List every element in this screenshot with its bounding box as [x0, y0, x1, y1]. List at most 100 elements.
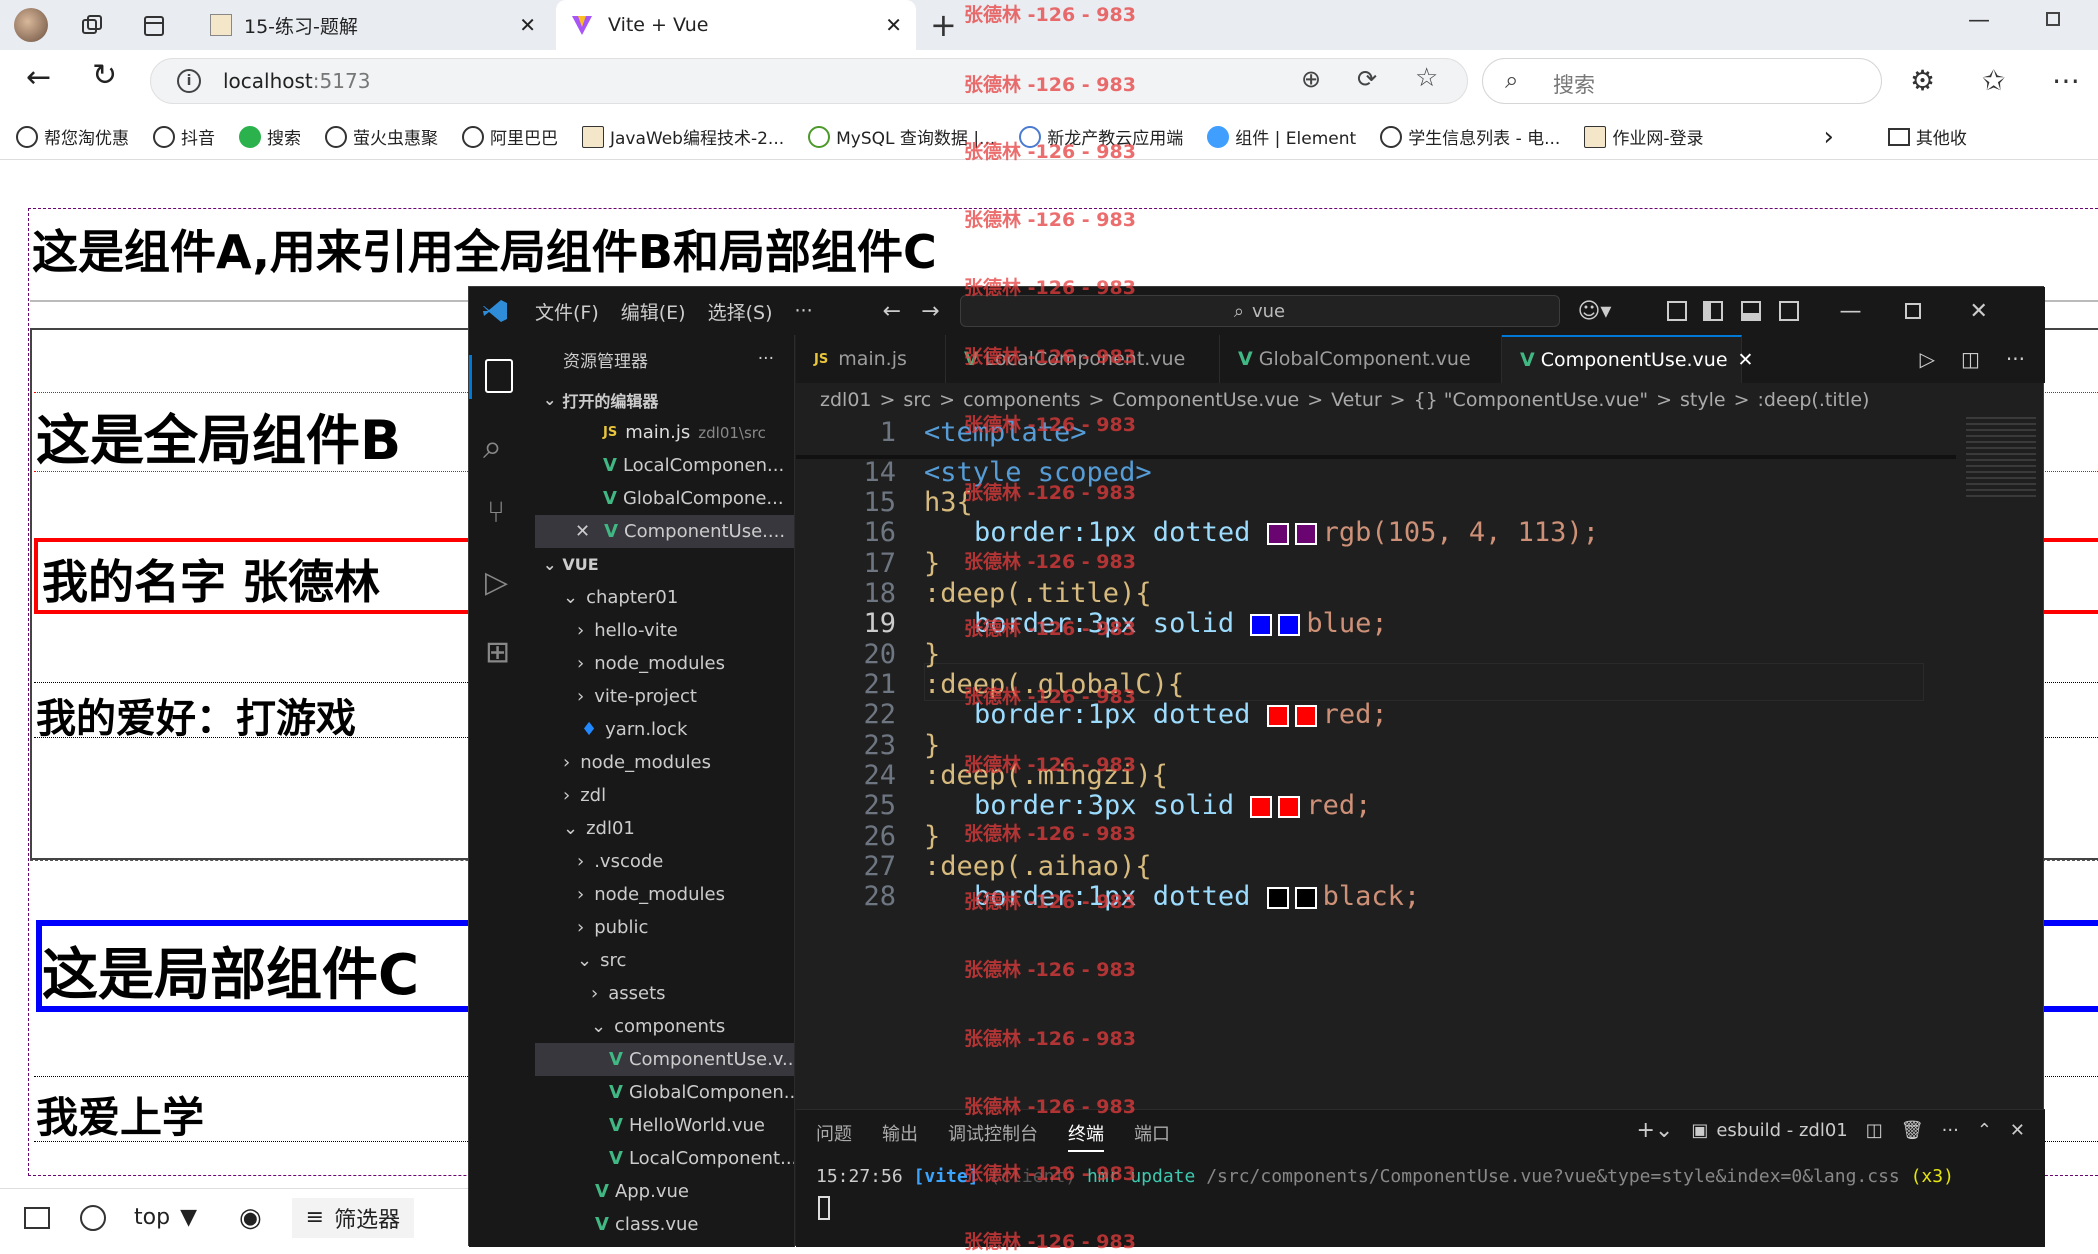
close-button[interactable]: ✕: [1969, 299, 1987, 324]
tree-item[interactable]: › public: [535, 911, 794, 944]
menu-file[interactable]: 文件(F): [535, 298, 599, 325]
workspaces-icon[interactable]: [78, 12, 106, 40]
profile-avatar[interactable]: [14, 8, 48, 42]
editor-tab[interactable]: V GlobalComponent.vue: [1220, 335, 1502, 383]
tree-item[interactable]: Vclass.vue: [535, 1208, 794, 1241]
breadcrumb-item[interactable]: {} "ComponentUse.vue": [1414, 389, 1649, 411]
minimize-button[interactable]: —: [1968, 8, 1990, 33]
tree-item[interactable]: › vite-project: [535, 680, 794, 713]
breadcrumb-item[interactable]: style: [1680, 389, 1726, 411]
color-swatch-icon[interactable]: [1250, 795, 1273, 818]
tree-item[interactable]: › .vscode: [535, 845, 794, 878]
color-swatch-icon[interactable]: [1294, 886, 1317, 909]
open-editor-item[interactable]: V LocalComponen...: [535, 449, 794, 482]
terminal-name[interactable]: esbuild - zdl01: [1716, 1120, 1847, 1141]
close-icon[interactable]: ✕: [519, 13, 536, 37]
editor-tab[interactable]: JS main.js: [796, 335, 946, 383]
open-editors-header[interactable]: ⌄ 打开的编辑器: [535, 383, 794, 416]
bookmark-item[interactable]: 帮您淘优惠: [16, 124, 129, 149]
panel-tab-output[interactable]: 输出: [882, 1120, 918, 1152]
workspace-root[interactable]: ⌄ VUE: [535, 548, 794, 581]
tree-item[interactable]: ♦ yarn.lock: [535, 713, 794, 746]
color-swatch-icon[interactable]: [1266, 886, 1289, 909]
tree-item[interactable]: › zdl: [535, 779, 794, 812]
new-terminal-icon[interactable]: +⌄: [1636, 1118, 1673, 1143]
tree-item[interactable]: V ComponentUse.v...: [535, 1043, 794, 1076]
tree-item[interactable]: V App.vue: [535, 1175, 794, 1208]
toggle-sidebar-icon[interactable]: [1703, 301, 1724, 321]
split-editor-icon[interactable]: ◫: [1961, 347, 1980, 371]
breadcrumb-item[interactable]: Vetur: [1331, 389, 1382, 411]
color-swatch-icon[interactable]: [1278, 613, 1301, 636]
color-swatch-icon[interactable]: [1294, 704, 1317, 727]
close-panel-icon[interactable]: ✕: [2010, 1120, 2025, 1141]
other-bookmarks[interactable]: 其他收: [1887, 124, 1967, 149]
menu-selection[interactable]: 选择(S): [708, 298, 773, 325]
tree-item[interactable]: V HelloWorld.vue: [535, 1109, 794, 1142]
color-swatch-icon[interactable]: [1266, 522, 1289, 545]
bookmark-item[interactable]: 组件 | Element: [1207, 124, 1356, 149]
layout-icon[interactable]: [1667, 301, 1688, 321]
tree-item[interactable]: ⌄ components: [535, 1010, 794, 1043]
color-swatch-icon[interactable]: [1278, 795, 1301, 818]
run-icon[interactable]: ▷: [1920, 347, 1935, 371]
breadcrumb-item[interactable]: components: [963, 389, 1080, 411]
clear-console-icon[interactable]: [80, 1204, 106, 1231]
filter-box[interactable]: ≡ 筛选器: [291, 1197, 415, 1238]
panel-tab-terminal[interactable]: 终端: [1068, 1120, 1104, 1152]
tree-item[interactable]: ⌄ chapter01: [535, 581, 794, 614]
menu-edit[interactable]: 编辑(E): [621, 298, 686, 325]
maximize-panel-icon[interactable]: ⌃: [1977, 1120, 1992, 1141]
panel-tab-debug-console[interactable]: 调试控制台: [948, 1120, 1038, 1152]
translate-icon[interactable]: ⟳: [1357, 65, 1377, 93]
bookmark-item[interactable]: 搜索: [239, 124, 301, 149]
minimize-button[interactable]: —: [1839, 299, 1861, 324]
bookmark-item[interactable]: 作业网-登录: [1584, 124, 1703, 149]
live-expression-icon[interactable]: ◉: [239, 1203, 262, 1233]
breadcrumb-item[interactable]: ComponentUse.vue: [1112, 389, 1299, 411]
color-swatch-icon[interactable]: [1294, 522, 1317, 545]
panel-tab-ports[interactable]: 端口: [1134, 1120, 1170, 1152]
tree-item[interactable]: › hello-vite: [535, 614, 794, 647]
more-actions-icon[interactable]: ···: [758, 349, 774, 369]
more-menu-icon[interactable]: ⋯: [2052, 64, 2080, 97]
maximize-button[interactable]: [1905, 303, 1922, 319]
reload-button[interactable]: ↻: [92, 58, 117, 93]
bookmark-item[interactable]: 阿里巴巴: [462, 124, 558, 149]
sidebar-toggle-icon[interactable]: [24, 1206, 50, 1229]
site-info-icon[interactable]: i: [177, 69, 201, 93]
tree-item[interactable]: ⌄ zdl01: [535, 812, 794, 845]
close-icon[interactable]: ✕: [885, 13, 902, 37]
tree-item[interactable]: › node_modules: [535, 878, 794, 911]
tab-exercise[interactable]: 15-练习-题解 ✕: [198, 0, 550, 50]
toggle-panel-icon[interactable]: [1741, 301, 1762, 321]
tree-item[interactable]: › assets: [535, 977, 794, 1010]
breadcrumb-item[interactable]: :deep(.title): [1758, 389, 1870, 411]
new-tab-button[interactable]: +: [930, 6, 957, 44]
bookmarks-overflow-chevron-icon[interactable]: ›: [1823, 122, 1833, 152]
favorite-star-icon[interactable]: ☆: [1415, 63, 1438, 93]
bookmark-item[interactable]: JavaWeb编程技术-2...: [582, 124, 784, 149]
vertical-tabs-icon[interactable]: [140, 12, 168, 40]
editor-tab-active[interactable]: V ComponentUse.vue ✕: [1502, 335, 1753, 383]
breadcrumb-item[interactable]: zdl01: [820, 389, 872, 411]
breadcrumb-item[interactable]: src: [903, 389, 931, 411]
tab-vite-vue[interactable]: Vite + Vue ✕: [556, 0, 916, 50]
close-icon[interactable]: ✕: [575, 521, 590, 542]
tree-item[interactable]: V LocalComponent....: [535, 1142, 794, 1175]
more-actions-icon[interactable]: ···: [1942, 1120, 1959, 1141]
restore-button[interactable]: [2046, 12, 2060, 26]
more-actions-icon[interactable]: ···: [2006, 347, 2025, 371]
open-editor-item-active[interactable]: ✕ V ComponentUse....: [535, 515, 794, 548]
nav-forward-icon[interactable]: →: [921, 299, 939, 324]
bookmark-item[interactable]: 萤火虫惠聚: [325, 124, 438, 149]
color-swatch-icon[interactable]: [1266, 704, 1289, 727]
copilot-icon[interactable]: ☺▾: [1578, 299, 1612, 324]
bookmark-item[interactable]: 抖音: [153, 124, 215, 149]
tree-item[interactable]: › node_modules: [535, 746, 794, 779]
context-selector[interactable]: top ▼: [134, 1205, 197, 1230]
extensions-icon[interactable]: ⚙: [1910, 64, 1935, 97]
split-terminal-icon[interactable]: ◫: [1866, 1120, 1883, 1141]
toggle-secondary-sidebar-icon[interactable]: [1779, 301, 1800, 321]
source-control-icon[interactable]: ⑂: [487, 495, 505, 530]
